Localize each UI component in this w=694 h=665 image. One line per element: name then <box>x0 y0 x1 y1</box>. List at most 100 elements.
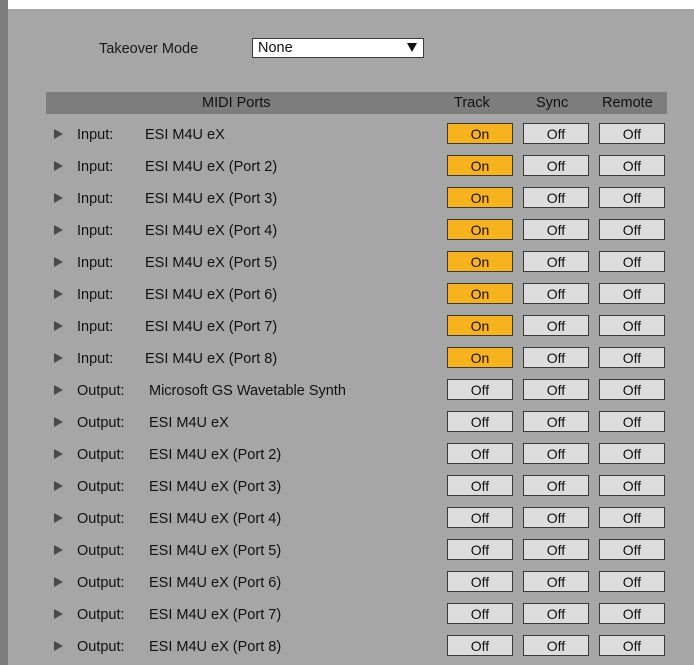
sync-toggle-button[interactable]: Off <box>523 187 589 208</box>
port-row: Output: ESI M4U eX (Port 3) Off Off Off <box>46 472 667 504</box>
port-direction: Input: <box>77 191 114 207</box>
remote-toggle-button[interactable]: Off <box>599 411 665 432</box>
remote-toggle-button[interactable]: Off <box>599 347 665 368</box>
remote-toggle-button[interactable]: Off <box>599 251 665 272</box>
port-row: Input: ESI M4U eX (Port 7) On Off Off <box>46 312 667 344</box>
expand-triangle-icon[interactable] <box>54 545 63 555</box>
expand-triangle-icon[interactable] <box>54 161 63 171</box>
expand-triangle-icon[interactable] <box>54 577 63 587</box>
track-toggle-button[interactable]: On <box>447 155 513 176</box>
port-row: Output: Microsoft GS Wavetable Synth Off Of… <box>46 376 667 408</box>
expand-triangle-icon[interactable] <box>54 129 63 139</box>
header-track: Track <box>454 95 490 111</box>
remote-toggle-button[interactable]: Off <box>599 443 665 464</box>
sync-toggle-button[interactable]: Off <box>523 347 589 368</box>
port-row: Output: ESI M4U eX (Port 8) Off Off Off <box>46 632 667 664</box>
expand-triangle-icon[interactable] <box>54 385 63 395</box>
expand-triangle-icon[interactable] <box>54 609 63 619</box>
sync-toggle-button[interactable]: Off <box>523 443 589 464</box>
midi-ports-header: MIDI Ports Track Sync Remote <box>46 92 667 114</box>
port-direction: Input: <box>77 127 114 143</box>
expand-triangle-icon[interactable] <box>54 353 63 363</box>
takeover-mode-dropdown[interactable]: None <box>252 38 424 58</box>
track-toggle-button[interactable]: On <box>447 219 513 240</box>
track-toggle-button[interactable]: On <box>447 283 513 304</box>
sync-toggle-button[interactable]: Off <box>523 571 589 592</box>
sync-toggle-button[interactable]: Off <box>523 635 589 656</box>
remote-toggle-button[interactable]: Off <box>599 123 665 144</box>
track-toggle-button[interactable]: Off <box>447 571 513 592</box>
port-direction: Output: <box>77 415 125 431</box>
top-divider <box>0 0 694 9</box>
expand-triangle-icon[interactable] <box>54 225 63 235</box>
port-direction: Output: <box>77 447 125 463</box>
port-name: ESI M4U eX (Port 4) <box>149 511 282 527</box>
expand-triangle-icon[interactable] <box>54 257 63 267</box>
remote-toggle-button[interactable]: Off <box>599 187 665 208</box>
remote-toggle-button[interactable]: Off <box>599 571 665 592</box>
track-toggle-button[interactable]: Off <box>447 443 513 464</box>
track-toggle-button[interactable]: On <box>447 187 513 208</box>
track-toggle-button[interactable]: Off <box>447 411 513 432</box>
port-row: Output: ESI M4U eX (Port 2) Off Off Off <box>46 440 667 472</box>
port-direction: Input: <box>77 351 114 367</box>
remote-toggle-button[interactable]: Off <box>599 155 665 176</box>
port-name: ESI M4U eX <box>149 415 229 431</box>
expand-triangle-icon[interactable] <box>54 321 63 331</box>
track-toggle-button[interactable]: Off <box>447 539 513 560</box>
remote-toggle-button[interactable]: Off <box>599 379 665 400</box>
remote-toggle-button[interactable]: Off <box>599 539 665 560</box>
port-name: ESI M4U eX (Port 5) <box>149 543 282 559</box>
remote-toggle-button[interactable]: Off <box>599 635 665 656</box>
port-name: ESI M4U eX (Port 2) <box>149 447 282 463</box>
remote-toggle-button[interactable]: Off <box>599 475 665 496</box>
header-midi-ports: MIDI Ports <box>202 95 271 111</box>
track-toggle-button[interactable]: On <box>447 251 513 272</box>
remote-toggle-button[interactable]: Off <box>599 507 665 528</box>
expand-triangle-icon[interactable] <box>54 193 63 203</box>
sync-toggle-button[interactable]: Off <box>523 283 589 304</box>
port-row: Output: ESI M4U eX (Port 4) Off Off Off <box>46 504 667 536</box>
expand-triangle-icon[interactable] <box>54 513 63 523</box>
expand-triangle-icon[interactable] <box>54 417 63 427</box>
port-name: ESI M4U eX (Port 5) <box>145 255 278 271</box>
sync-toggle-button[interactable]: Off <box>523 315 589 336</box>
track-toggle-button[interactable]: Off <box>447 507 513 528</box>
remote-toggle-button[interactable]: Off <box>599 283 665 304</box>
port-direction: Output: <box>77 511 125 527</box>
port-name: ESI M4U eX (Port 7) <box>149 607 282 623</box>
track-toggle-button[interactable]: Off <box>447 635 513 656</box>
port-direction: Input: <box>77 223 114 239</box>
track-toggle-button[interactable]: On <box>447 315 513 336</box>
sync-toggle-button[interactable]: Off <box>523 475 589 496</box>
header-sync: Sync <box>536 95 569 111</box>
track-toggle-button[interactable]: Off <box>447 379 513 400</box>
expand-triangle-icon[interactable] <box>54 481 63 491</box>
sync-toggle-button[interactable]: Off <box>523 219 589 240</box>
remote-toggle-button[interactable]: Off <box>599 219 665 240</box>
port-row: Output: ESI M4U eX (Port 6) Off Off Off <box>46 568 667 600</box>
port-row: Input: ESI M4U eX (Port 4) On Off Off <box>46 216 667 248</box>
track-toggle-button[interactable]: Off <box>447 475 513 496</box>
sync-toggle-button[interactable]: Off <box>523 379 589 400</box>
sync-toggle-button[interactable]: Off <box>523 251 589 272</box>
sync-toggle-button[interactable]: Off <box>523 539 589 560</box>
sync-toggle-button[interactable]: Off <box>523 155 589 176</box>
sync-toggle-button[interactable]: Off <box>523 507 589 528</box>
expand-triangle-icon[interactable] <box>54 289 63 299</box>
port-name: ESI M4U eX <box>145 127 225 143</box>
expand-triangle-icon[interactable] <box>54 641 63 651</box>
port-name: ESI M4U eX (Port 4) <box>145 223 278 239</box>
port-name: ESI M4U eX (Port 3) <box>149 479 282 495</box>
sync-toggle-button[interactable]: Off <box>523 123 589 144</box>
expand-triangle-icon[interactable] <box>54 449 63 459</box>
track-toggle-button[interactable]: On <box>447 123 513 144</box>
track-toggle-button[interactable]: On <box>447 347 513 368</box>
remote-toggle-button[interactable]: Off <box>599 315 665 336</box>
port-name: ESI M4U eX (Port 8) <box>145 351 278 367</box>
remote-toggle-button[interactable]: Off <box>599 603 665 624</box>
track-toggle-button[interactable]: Off <box>447 603 513 624</box>
sync-toggle-button[interactable]: Off <box>523 603 589 624</box>
sync-toggle-button[interactable]: Off <box>523 411 589 432</box>
port-direction: Input: <box>77 319 114 335</box>
